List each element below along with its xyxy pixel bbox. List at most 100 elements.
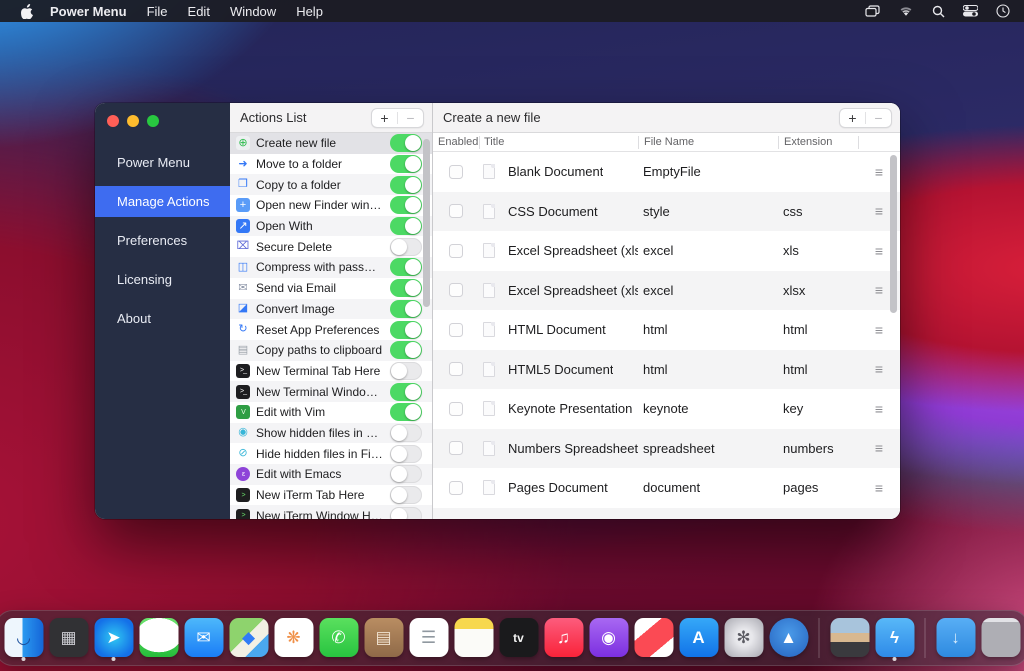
menubar-menu-item[interactable]: Help [286,4,333,19]
column-header-title[interactable]: Title [479,136,638,149]
menubar-menu-item[interactable]: File [137,4,178,19]
action-toggle[interactable] [390,507,422,519]
action-row[interactable]: > New iTerm Tab Here [230,485,432,506]
table-scrollbar[interactable] [890,155,897,313]
dock-item-music[interactable]: ♫ [544,615,584,661]
action-row[interactable]: ε Edit with Emacs [230,464,432,485]
enabled-checkbox[interactable] [449,204,463,218]
action-toggle[interactable] [390,134,422,152]
action-toggle[interactable] [390,465,422,483]
dock-item-tv[interactable]: tv [499,615,539,661]
action-row[interactable]: V Edit with Vim [230,402,432,423]
dock-item-maps[interactable]: ◆ [229,615,269,661]
sidebar-item-manage-actions[interactable]: Manage Actions [95,186,230,217]
dock-item-finder[interactable]: ◡ [4,615,44,661]
column-header-extension[interactable]: Extension [778,136,858,149]
enabled-checkbox[interactable] [449,362,463,376]
enabled-checkbox[interactable] [449,441,463,455]
action-toggle[interactable] [390,403,422,421]
table-row[interactable]: ≡ [433,508,900,520]
dock-item-news[interactable] [634,615,674,661]
action-row[interactable]: ▤ Copy paths to clipboard [230,340,432,361]
action-toggle[interactable] [390,238,422,256]
row-menu-icon[interactable]: ≡ [875,244,883,258]
control-center-icon[interactable] [963,5,978,17]
sidebar-item-licensing[interactable]: Licensing [95,264,230,295]
dock-item-contacts[interactable]: ▤ [364,615,404,661]
action-toggle[interactable] [390,196,422,214]
action-toggle[interactable] [390,217,422,235]
close-button[interactable] [107,115,119,127]
action-row[interactable]: ◫ Compress with password [230,257,432,278]
action-toggle[interactable] [390,341,422,359]
dock-item-mail[interactable]: ✉ [184,615,224,661]
table-row[interactable]: Excel Spreadsheet (xlsx) excel xlsx ≡ [433,271,900,311]
action-row[interactable]: >_ New Terminal Window H... [230,381,432,402]
action-row[interactable]: > New iTerm Window Here [230,505,432,519]
table-row[interactable]: CSS Document style css ≡ [433,192,900,232]
row-menu-icon[interactable]: ≡ [875,283,883,297]
action-row[interactable]: ◉ Show hidden files in Fin... [230,423,432,444]
action-toggle[interactable] [390,321,422,339]
table-row[interactable]: Keynote Presentation keynote key ≡ [433,389,900,429]
table-row[interactable]: Blank Document EmptyFile ≡ [433,152,900,192]
action-row[interactable]: >_ New Terminal Tab Here [230,361,432,382]
enabled-checkbox[interactable] [449,283,463,297]
dock-item-safari[interactable]: ➤ [94,615,134,661]
action-toggle[interactable] [390,300,422,318]
action-row[interactable]: ⊘ Hide hidden files in Finder [230,443,432,464]
dock-item-mountain-app[interactable]: ▲ [769,615,809,661]
action-row[interactable]: ➜ Move to a folder [230,154,432,175]
row-menu-icon[interactable]: ≡ [875,441,883,455]
remove-file-button[interactable]: − [866,109,891,127]
action-toggle[interactable] [390,362,422,380]
action-row[interactable]: ↗ Open With [230,216,432,237]
action-row[interactable]: ⊕ Create new file [230,133,432,154]
dock-item-notes[interactable] [454,615,494,661]
dock-item-launchpad[interactable]: ▦ [49,615,89,661]
dock-item-podcasts[interactable]: ◉ [589,615,629,661]
action-toggle[interactable] [390,279,422,297]
action-row[interactable]: ⌧ Secure Delete [230,236,432,257]
dock-item-system-preferences[interactable]: ✻ [724,615,764,661]
action-toggle[interactable] [390,383,422,401]
enabled-checkbox[interactable] [449,402,463,416]
table-row[interactable]: Numbers Spreadsheet spreadsheet numbers … [433,429,900,469]
action-toggle[interactable] [390,486,422,504]
row-menu-icon[interactable]: ≡ [875,481,883,495]
minimize-button[interactable] [127,115,139,127]
enabled-checkbox[interactable] [449,165,463,179]
table-row[interactable]: Pages Document document pages ≡ [433,468,900,508]
menubar-app-name[interactable]: Power Menu [40,4,137,19]
dock-item-photos[interactable]: ❋ [274,615,314,661]
menubar-menu-item[interactable]: Edit [178,4,220,19]
dock-item-downloads-folder[interactable]: ↓ [936,615,976,661]
sidebar-item-power-menu[interactable]: Power Menu [95,147,230,178]
action-row[interactable]: ❐ Copy to a folder [230,174,432,195]
action-row[interactable]: + Open new Finder window [230,195,432,216]
dock-item-messages[interactable] [139,615,179,661]
wifi-icon[interactable] [898,5,914,17]
action-toggle[interactable] [390,424,422,442]
actions-scrollbar[interactable] [423,139,430,307]
enabled-checkbox[interactable] [449,481,463,495]
enabled-checkbox[interactable] [449,323,463,337]
menubar-menu-item[interactable]: Window [220,4,286,19]
add-action-button[interactable]: + [372,109,397,127]
row-menu-icon[interactable]: ≡ [875,362,883,376]
dock-item-app-store[interactable]: A [679,615,719,661]
dock-item-reminders[interactable]: ☰ [409,615,449,661]
column-header-enabled[interactable]: Enabled [433,136,479,149]
row-menu-icon[interactable]: ≡ [875,402,883,416]
mission-control-icon[interactable] [865,5,880,17]
enabled-checkbox[interactable] [449,244,463,258]
row-menu-icon[interactable]: ≡ [875,204,883,218]
action-row[interactable]: ↻ Reset App Preferences [230,319,432,340]
sidebar-item-about[interactable]: About [95,303,230,334]
table-row[interactable]: Excel Spreadsheet (xls) excel xls ≡ [433,231,900,271]
apple-menu-icon[interactable] [14,4,40,19]
dock-item-trash[interactable] [981,615,1021,661]
zoom-button[interactable] [147,115,159,127]
sidebar-item-preferences[interactable]: Preferences [95,225,230,256]
row-menu-icon[interactable]: ≡ [875,323,883,337]
